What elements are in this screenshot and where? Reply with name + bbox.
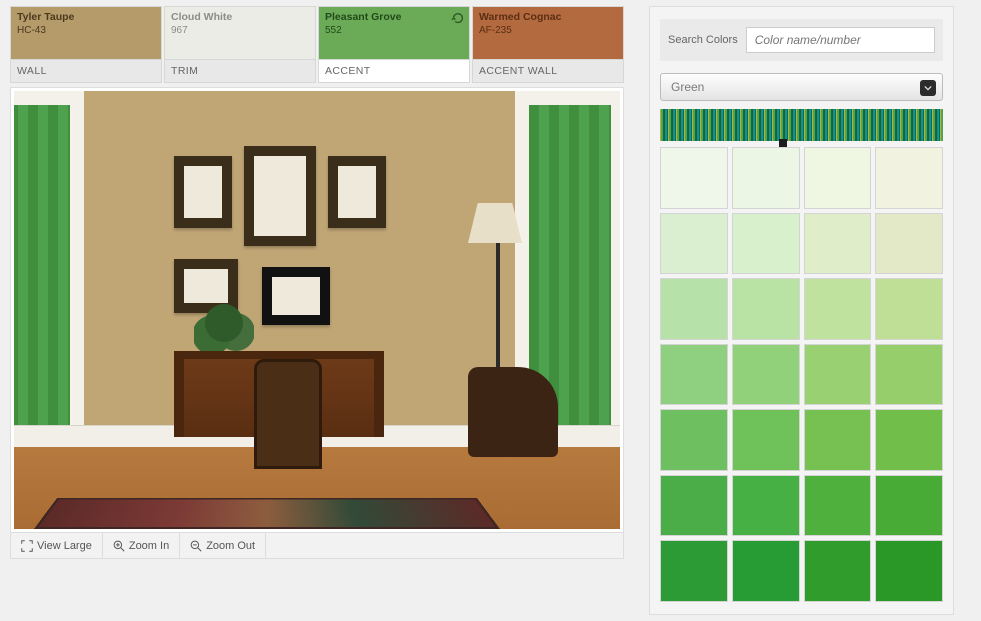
lounge-chair (468, 367, 558, 457)
palette-cell[interactable] (804, 213, 872, 275)
palette-cell[interactable] (804, 409, 872, 471)
swatch-role: ACCENT (319, 59, 469, 82)
shutter-left (14, 91, 84, 471)
palette-cell[interactable] (804, 278, 872, 340)
palette-cell[interactable] (660, 475, 728, 537)
palette-cell[interactable] (732, 278, 800, 340)
plant (194, 299, 254, 359)
swatch-name: Tyler Taupe (17, 11, 155, 24)
palette-cell[interactable] (804, 147, 872, 209)
palette-cell[interactable] (875, 540, 943, 602)
palette-cell[interactable] (875, 147, 943, 209)
zoom-out-button[interactable]: Zoom Out (180, 533, 266, 558)
palette-cell[interactable] (732, 475, 800, 537)
wall-art (174, 156, 232, 228)
palette-cell[interactable] (660, 213, 728, 275)
color-swatch-wall[interactable]: Tyler TaupeHC-43 WALL (10, 6, 162, 83)
palette-cell[interactable] (660, 540, 728, 602)
palette-cell[interactable] (804, 540, 872, 602)
swatch-code: 967 (171, 25, 309, 38)
search-label: Search Colors (668, 34, 738, 46)
zoom-in-button[interactable]: Zoom In (103, 533, 180, 558)
palette-cell[interactable] (875, 409, 943, 471)
palette-cell[interactable] (732, 147, 800, 209)
color-family-value: Green (671, 80, 704, 94)
palette-cell[interactable] (875, 213, 943, 275)
palette-cell[interactable] (875, 278, 943, 340)
palette-cell[interactable] (660, 344, 728, 406)
expand-icon (21, 540, 33, 552)
palette-cell[interactable] (660, 147, 728, 209)
palette-cell[interactable] (732, 344, 800, 406)
search-input[interactable] (746, 27, 935, 53)
preview-container (10, 87, 624, 533)
swatch-role: ACCENT WALL (473, 59, 623, 82)
zoom-in-label: Zoom In (129, 540, 169, 552)
palette-cell[interactable] (660, 278, 728, 340)
spectrum-marker[interactable] (779, 139, 787, 147)
color-swatch-trim[interactable]: Cloud White967 TRIM (164, 6, 316, 83)
color-swatch-accent-wall[interactable]: Warmed CognacAF-235 ACCENT WALL (472, 6, 624, 83)
color-grid (660, 147, 943, 602)
chevron-down-icon (920, 80, 936, 96)
zoom-out-label: Zoom Out (206, 540, 255, 552)
palette-cell[interactable] (732, 540, 800, 602)
color-spectrum-slider[interactable] (660, 109, 943, 141)
palette-cell[interactable] (804, 344, 872, 406)
room-preview[interactable] (14, 91, 620, 529)
swatch-code: HC-43 (17, 25, 155, 38)
left-panel: Tyler TaupeHC-43WALLCloud White967TRIMPl… (10, 6, 624, 615)
search-row: Search Colors (660, 19, 943, 61)
swatch-role: WALL (11, 59, 161, 82)
wall-art (244, 146, 316, 246)
wall-art (328, 156, 386, 228)
swatch-row: Tyler TaupeHC-43WALLCloud White967TRIMPl… (10, 6, 624, 83)
palette-cell[interactable] (804, 475, 872, 537)
color-swatch-accent[interactable]: Pleasant Grove552 ACCENT (318, 6, 470, 83)
palette-cell[interactable] (875, 344, 943, 406)
palette-cell[interactable] (732, 213, 800, 275)
swatch-code: 552 (325, 25, 463, 38)
rug (34, 498, 500, 529)
swatch-name: Pleasant Grove (325, 11, 463, 24)
zoom-out-icon (190, 540, 202, 552)
zoom-in-icon (113, 540, 125, 552)
palette-cell[interactable] (660, 409, 728, 471)
swatch-name: Warmed Cognac (479, 11, 617, 24)
palette-cell[interactable] (732, 409, 800, 471)
swatch-role: TRIM (165, 59, 315, 82)
palette-cell[interactable] (875, 475, 943, 537)
swatch-name: Cloud White (171, 11, 309, 24)
swatch-code: AF-235 (479, 25, 617, 38)
color-picker-panel: Search Colors Green (649, 6, 954, 615)
view-large-label: View Large (37, 540, 92, 552)
wall-art (262, 267, 330, 325)
color-family-select[interactable]: Green (660, 73, 943, 101)
preview-controls: View Large Zoom In Zoom Out (10, 533, 624, 559)
desk-chair (254, 359, 322, 469)
refresh-icon[interactable] (451, 11, 465, 25)
view-large-button[interactable]: View Large (11, 533, 103, 558)
